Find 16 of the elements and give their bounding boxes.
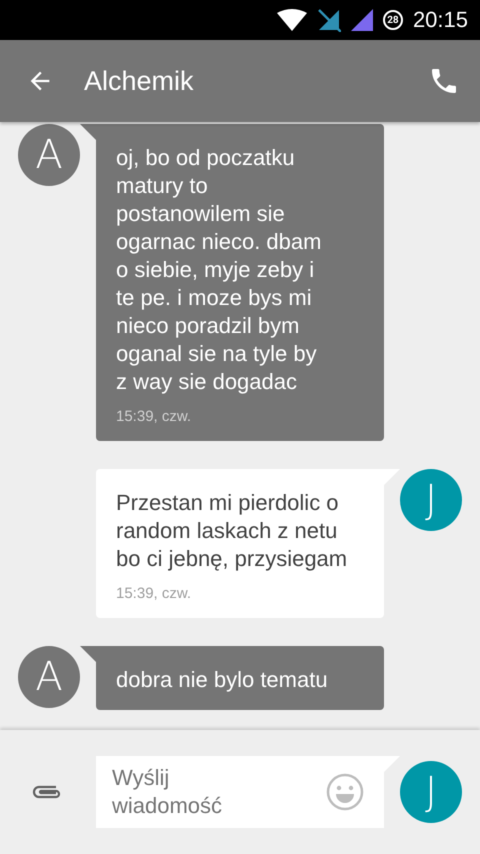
message-field[interactable]: Wyślij wiadomość bbox=[96, 756, 400, 828]
message-text: dobra nie bylo tematu bbox=[116, 666, 328, 694]
battery-icon: 28 bbox=[382, 10, 403, 30]
signal-icon bbox=[350, 9, 373, 31]
avatar: J bbox=[400, 469, 462, 531]
message-text: Przestan mi pierdolic o random laskach z netu bo ci jebnę, przysiegam bbox=[116, 489, 348, 573]
no-signal-icon bbox=[316, 8, 341, 32]
message-time: 15:39, czw. bbox=[116, 408, 192, 425]
contact-name: Alchemik bbox=[84, 66, 195, 96]
message-text: oj, bo od poczatku matury to postanowilem sie ogarnac nieco. dbam o siebie, myje zeby i te pe. i moze bys mi nieco poradzil bym oganal sie na tyle by z way sie dogadac bbox=[116, 144, 322, 396]
clock-time: 20:15 bbox=[412, 7, 468, 33]
avatar: J bbox=[400, 761, 462, 823]
message-time: 15:39, czw. bbox=[116, 585, 192, 602]
avatar: A bbox=[18, 646, 80, 708]
avatar: A bbox=[18, 124, 80, 186]
wifi-icon bbox=[276, 9, 307, 31]
